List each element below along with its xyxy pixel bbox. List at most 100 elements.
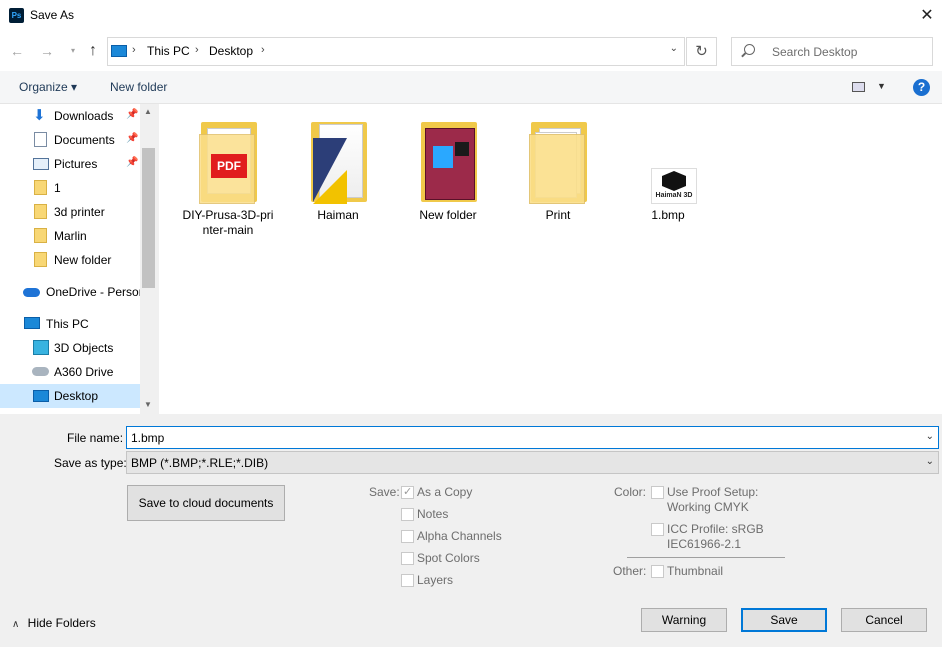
pin-icon[interactable]: 📌	[126, 157, 138, 168]
chevron-down-icon[interactable]: ⌄	[926, 431, 934, 442]
hide-folders-button[interactable]: ∧ Hide Folders	[12, 616, 96, 630]
computer-icon	[24, 317, 40, 329]
save-button[interactable]: Save	[741, 608, 827, 632]
document-icon	[34, 132, 47, 147]
download-arrow-icon: ⬇	[33, 107, 46, 124]
save-form: File name: 1.bmp ⌄ Save as type: BMP (*.…	[0, 414, 942, 647]
warning-button[interactable]: Warning	[641, 608, 727, 632]
alpha-channels-checkbox[interactable]	[401, 530, 414, 543]
sidebar-item-3d-printer[interactable]: 3d printer	[0, 200, 140, 224]
drive-icon	[32, 367, 49, 376]
search-placeholder: Search Desktop	[772, 45, 858, 59]
sidebar-item-label: Downloads	[54, 109, 114, 123]
address-bar[interactable]: › This PC › Desktop › ⌄	[107, 37, 685, 66]
folder-icon	[34, 228, 47, 243]
computer-icon	[111, 45, 127, 57]
thumbnail-text: HaimaN 3D	[655, 192, 693, 199]
sidebar-item-a360-drive[interactable]: A360 Drive	[0, 360, 140, 384]
file-list: PDF DIY-Prusa-3D-pri nter-main Haiman New…	[159, 104, 942, 414]
sidebar-item-label: 1	[54, 181, 61, 195]
sidebar-item-label: This PC	[46, 317, 89, 331]
sidebar-item-onedrive[interactable]: OneDrive - Persor	[0, 280, 143, 304]
notes-checkbox[interactable]	[401, 508, 414, 521]
navigation-pane: ⬇ Downloads 📌 Documents 📌 Pictures 📌 1 3…	[0, 104, 157, 414]
folder-icon	[525, 118, 591, 206]
up-arrow-icon[interactable]: ↑	[84, 41, 102, 61]
back-arrow-icon[interactable]: ←	[8, 41, 26, 61]
image-thumbnail: HaimaN 3D	[635, 118, 701, 206]
file-name-label: File name:	[67, 431, 124, 445]
sidebar-item-marlin[interactable]: Marlin	[0, 224, 140, 248]
file-item-new-folder[interactable]: New folder	[393, 118, 503, 223]
new-folder-button[interactable]: New folder	[110, 80, 167, 94]
thumbnail-checkbox[interactable]	[651, 565, 664, 578]
chevron-right-icon[interactable]: ›	[132, 44, 136, 56]
title-bar: Ps Save As ✕	[0, 0, 942, 31]
use-proof-setup-checkbox[interactable]	[651, 486, 664, 499]
pin-icon[interactable]: 📌	[126, 133, 138, 144]
sidebar-item-this-pc[interactable]: This PC	[0, 312, 140, 336]
icc-profile-checkbox[interactable]	[651, 523, 664, 536]
scroll-up-icon[interactable]: ▲	[144, 107, 152, 116]
refresh-icon[interactable]: ↻	[686, 37, 717, 66]
pin-icon[interactable]: 📌	[126, 109, 138, 120]
desktop-icon	[33, 390, 49, 402]
sidebar-item-label: 3d printer	[54, 205, 105, 219]
file-item-diy-prusa[interactable]: PDF DIY-Prusa-3D-pri nter-main	[173, 118, 283, 238]
as-a-copy-checkbox[interactable]	[401, 485, 414, 499]
folder-icon: PDF	[195, 118, 261, 206]
layers-checkbox[interactable]	[401, 574, 414, 587]
layers-label: Layers	[417, 573, 454, 587]
save-as-type-value: BMP (*.BMP;*.RLE;*.DIB)	[131, 456, 269, 470]
as-a-copy-label: As a Copy	[417, 485, 473, 499]
search-input[interactable]: Search Desktop	[731, 37, 933, 66]
save-to-cloud-button[interactable]: Save to cloud documents	[127, 485, 285, 521]
sidebar-item-pictures[interactable]: Pictures 📌	[0, 152, 140, 176]
sidebar-scrollbar[interactable]: ▲ ▼	[140, 104, 157, 414]
close-icon[interactable]: ✕	[912, 0, 942, 31]
sidebar-item-documents[interactable]: Documents 📌	[0, 128, 140, 152]
chevron-down-icon[interactable]: ▼	[877, 81, 886, 91]
help-icon[interactable]: ?	[913, 79, 930, 96]
cube-icon	[33, 340, 49, 355]
file-item-haiman[interactable]: Haiman	[283, 118, 393, 223]
sidebar-item-downloads[interactable]: ⬇ Downloads 📌	[0, 104, 140, 128]
cloud-icon	[23, 288, 40, 297]
color-label: Color:	[614, 485, 647, 499]
save-as-type-select[interactable]: BMP (*.BMP;*.RLE;*.DIB) ⌄	[126, 451, 939, 474]
file-name-field[interactable]: 1.bmp ⌄	[126, 426, 939, 449]
spot-colors-checkbox[interactable]	[401, 552, 414, 565]
icc-profile-name: IEC61966-2.1	[667, 537, 742, 551]
sidebar-item-label: Marlin	[54, 229, 87, 243]
chevron-right-icon[interactable]: ›	[261, 44, 265, 56]
view-options-icon[interactable]	[852, 82, 865, 92]
save-options-label: Save:	[369, 485, 400, 499]
file-item-print[interactable]: Print	[503, 118, 613, 223]
organize-menu[interactable]: Organize ▾	[19, 80, 77, 94]
sidebar-item-label: Documents	[54, 133, 115, 147]
sidebar-item-new-folder[interactable]: New folder	[0, 248, 140, 272]
sidebar-item-1[interactable]: 1	[0, 176, 140, 200]
chevron-down-icon[interactable]: ⌄	[670, 43, 678, 54]
chevron-right-icon[interactable]: ›	[195, 44, 199, 56]
pictures-icon	[33, 158, 49, 170]
scroll-down-icon[interactable]: ▼	[144, 400, 152, 409]
notes-label: Notes	[417, 507, 449, 521]
sidebar-item-3d-objects[interactable]: 3D Objects	[0, 336, 140, 360]
chevron-up-icon: ∧	[12, 619, 20, 630]
sidebar-item-desktop[interactable]: Desktop	[0, 384, 140, 408]
file-name: Haiman	[317, 208, 359, 222]
cancel-button[interactable]: Cancel	[841, 608, 927, 632]
save-as-type-label: Save as type:	[54, 456, 127, 470]
breadcrumb-this-pc[interactable]: This PC	[147, 44, 190, 58]
file-name-value: 1.bmp	[131, 431, 165, 445]
hide-folders-label: Hide Folders	[27, 616, 96, 630]
breadcrumb-desktop[interactable]: Desktop	[209, 44, 253, 58]
pdf-icon: PDF	[211, 154, 247, 178]
recent-locations-chevron-icon[interactable]: ▾	[64, 41, 82, 61]
forward-arrow-icon[interactable]: →	[38, 41, 56, 61]
file-item-1-bmp[interactable]: HaimaN 3D 1.bmp	[613, 118, 723, 223]
divider	[627, 557, 785, 558]
chevron-down-icon[interactable]: ⌄	[926, 456, 934, 467]
scrollbar-thumb[interactable]	[142, 148, 155, 288]
